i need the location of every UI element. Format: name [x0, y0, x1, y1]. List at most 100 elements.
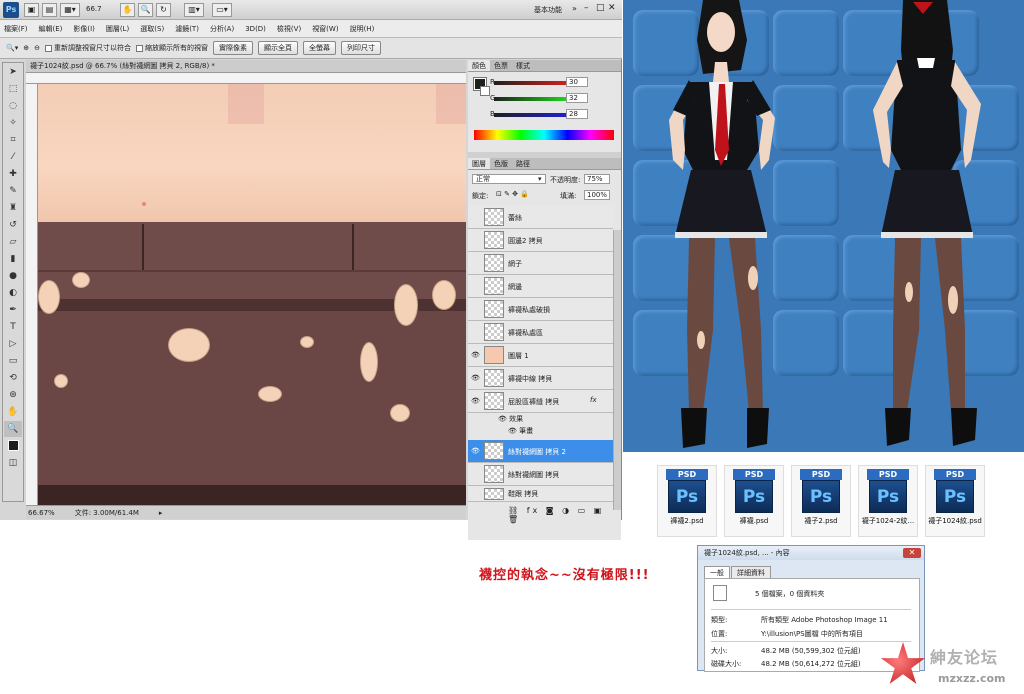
magic-wand-icon[interactable]: ✧ — [4, 115, 22, 131]
menu-3d[interactable]: 3D(D) — [245, 25, 266, 33]
layer-row[interactable]: 👁 褲襪中線 拷貝 — [468, 367, 613, 390]
layer-row[interactable]: 網子 — [468, 252, 613, 275]
workspace-chevron-icon[interactable]: » — [572, 4, 577, 13]
move-tool-icon[interactable]: ➤ — [4, 64, 22, 80]
mini-bridge-icon[interactable]: ▤ — [42, 3, 57, 17]
type-tool-icon[interactable]: T — [4, 319, 22, 335]
menu-help[interactable]: 說明(H) — [350, 24, 375, 34]
visibility-toggle[interactable] — [471, 282, 479, 290]
close-icon[interactable]: ✕ — [608, 3, 616, 13]
print-size-button[interactable]: 列印尺寸 — [340, 41, 381, 55]
brush-tool-icon[interactable]: ✎ — [4, 183, 22, 199]
document-tab[interactable]: 襪子1024紋.psd @ 66.7% (絲對襪網圖 拷貝 2, RGB/8) … — [26, 60, 466, 73]
screen-mode-icon[interactable]: ▭▾ — [212, 3, 232, 17]
zoom-all-checkbox[interactable]: 縮放顯示所有的視窗 — [135, 43, 208, 53]
menu-edit[interactable]: 編輯(E) — [39, 24, 63, 34]
workspace-switcher[interactable]: 基本功能 — [534, 5, 562, 15]
menu-view[interactable]: 檢視(V) — [277, 24, 301, 34]
tab-paths[interactable]: 路徑 — [512, 158, 534, 169]
b-value[interactable]: 28 — [566, 109, 588, 119]
layer-row[interactable]: 網邊 — [468, 275, 613, 298]
resize-windows-checkbox[interactable]: 重新調整視窗尺寸以符合 — [44, 43, 131, 53]
quick-mask-icon[interactable]: ◫ — [4, 455, 22, 471]
g-value[interactable]: 32 — [566, 93, 588, 103]
layer-row-selected[interactable]: 👁 絲對襪網圖 拷貝 2 — [468, 440, 613, 463]
zoom-select[interactable]: 66.7 — [86, 5, 102, 13]
tab-channels[interactable]: 色版 — [490, 158, 512, 169]
3d-rotate-icon[interactable]: ⟲ — [4, 370, 22, 386]
layers-footer-icons[interactable]: ⛓ fx ◙ ◑ ▭ ▣ 🗑 — [508, 506, 621, 524]
fx-badge[interactable]: fx — [590, 396, 597, 404]
stroke-effect-row[interactable]: 👁 筆畫 — [508, 426, 533, 436]
tab-styles[interactable]: 樣式 — [512, 60, 534, 71]
color-swatches-icon[interactable] — [4, 438, 22, 454]
path-select-icon[interactable]: ▷ — [4, 336, 22, 352]
background-color-swatch[interactable] — [480, 86, 490, 96]
layer-row[interactable]: 褲襪私處區 — [468, 321, 613, 344]
r-value[interactable]: 30 — [566, 77, 588, 87]
document-size[interactable]: 文件: 3.00M/61.4M — [75, 506, 139, 519]
psd-file-item[interactable]: PSD Ps 襪子2.psd — [791, 465, 851, 537]
psd-file-item[interactable]: PSD Ps 襪子1024-2紋... — [858, 465, 918, 537]
actual-pixels-button[interactable]: 實際像素 — [212, 41, 253, 55]
visibility-toggle[interactable] — [471, 213, 479, 221]
psd-file-item[interactable]: PSD Ps 褲襪.psd — [724, 465, 784, 537]
psd-file-item[interactable]: PSD Ps 襪子1024紋.psd — [925, 465, 985, 537]
hand-tool-icon[interactable]: ✋ — [120, 3, 135, 17]
zoom-level[interactable]: 66.67% — [28, 506, 55, 519]
eraser-icon[interactable]: ▱ — [4, 234, 22, 250]
visibility-toggle[interactable] — [471, 470, 479, 478]
tab-color[interactable]: 顏色 — [468, 60, 490, 71]
color-spectrum[interactable] — [474, 130, 614, 140]
eye-icon[interactable]: 👁 — [471, 351, 480, 359]
arrange-documents-icon[interactable]: ▥▾ — [184, 3, 204, 17]
layer-row[interactable]: 蕾絲 — [468, 206, 613, 229]
eyedropper-icon[interactable]: ⁄ — [4, 149, 22, 165]
blend-mode-select[interactable]: 正常 — [472, 174, 546, 184]
fill-input[interactable]: 100% — [584, 190, 610, 200]
zoom-out-icon[interactable]: ⊖ — [34, 44, 40, 52]
layer-row[interactable]: 👁 屁股區褲縫 拷貝 fx — [468, 390, 613, 413]
zoom-preset-icon[interactable]: 🔍▾ — [6, 44, 18, 52]
zoom-tool-box-icon[interactable]: 🔍 — [4, 421, 22, 437]
menu-file[interactable]: 檔案(F) — [4, 24, 28, 34]
healing-brush-icon[interactable]: ✚ — [4, 166, 22, 182]
rotate-view-icon[interactable]: ↻ — [156, 3, 171, 17]
pen-tool-icon[interactable]: ✒ — [4, 302, 22, 318]
menu-analysis[interactable]: 分析(A) — [210, 24, 234, 34]
status-arrow-icon[interactable]: ▸ — [159, 506, 163, 519]
eye-icon[interactable]: 👁 — [508, 427, 519, 435]
hand-tool-box-icon[interactable]: ✋ — [4, 404, 22, 420]
layer-row[interactable]: 圓邊2 拷貝 — [468, 229, 613, 252]
layers-scrollbar[interactable] — [613, 230, 621, 510]
history-brush-icon[interactable]: ↺ — [4, 217, 22, 233]
visibility-toggle[interactable] — [471, 236, 479, 244]
visibility-toggle[interactable] — [471, 305, 479, 313]
tab-swatches[interactable]: 色票 — [490, 60, 512, 71]
menu-window[interactable]: 視窗(W) — [312, 24, 338, 34]
layer-row[interactable]: 絲對襪網圖 拷貝 — [468, 463, 613, 486]
crop-tool-icon[interactable]: ⌗ — [4, 132, 22, 148]
gradient-tool-icon[interactable]: ▮ — [4, 251, 22, 267]
eye-icon[interactable]: 👁 — [498, 415, 509, 423]
layer-row[interactable]: 👁 圖層 1 — [468, 344, 613, 367]
eye-icon[interactable]: 👁 — [471, 374, 480, 382]
lasso-tool-icon[interactable]: ◌ — [4, 98, 22, 114]
document-canvas[interactable] — [38, 84, 466, 505]
dodge-tool-icon[interactable]: ◐ — [4, 285, 22, 301]
minimize-icon[interactable]: – — [584, 3, 589, 13]
menu-layer[interactable]: 圖層(L) — [106, 24, 129, 34]
visibility-toggle[interactable] — [471, 259, 479, 267]
fill-screen-button[interactable]: 全螢幕 — [302, 41, 336, 55]
bridge-icon[interactable]: ▣ — [24, 3, 39, 17]
menu-select[interactable]: 選取(S) — [140, 24, 164, 34]
menu-filter[interactable]: 濾鏡(T) — [175, 24, 199, 34]
shape-tool-icon[interactable]: ▭ — [4, 353, 22, 369]
maximize-icon[interactable]: □ — [596, 3, 605, 13]
lock-icons[interactable]: ⊡ ✎ ✥ 🔒 — [496, 190, 529, 198]
fit-screen-button[interactable]: 顯示全頁 — [257, 41, 298, 55]
eye-icon[interactable]: 👁 — [471, 447, 480, 455]
visibility-toggle[interactable] — [471, 493, 479, 501]
layer-row[interactable]: 褲襪私處破損 — [468, 298, 613, 321]
layer-row[interactable]: 鞋跟 拷貝 — [468, 486, 613, 502]
